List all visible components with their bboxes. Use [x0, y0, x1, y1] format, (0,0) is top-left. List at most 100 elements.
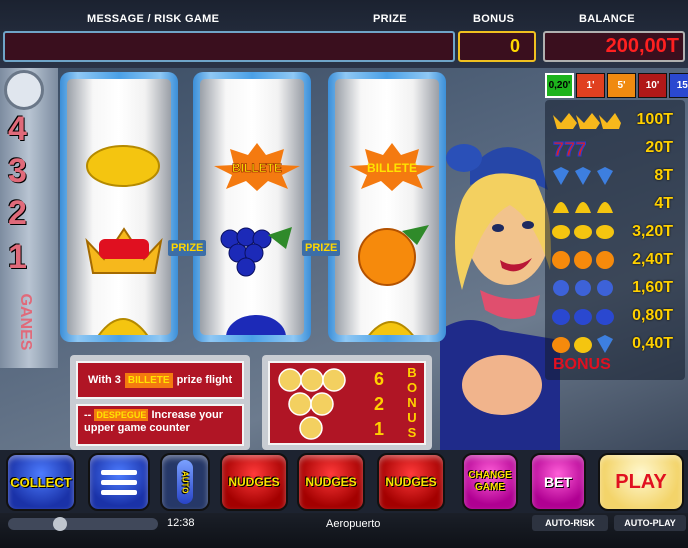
bonus-count: 2	[374, 394, 385, 414]
prize-tag-left: PRIZE	[168, 240, 207, 256]
bonus-count: 1	[374, 419, 385, 439]
nudges-button-2[interactable]: NUDGES	[297, 453, 365, 511]
pay-value: 4T	[654, 195, 673, 212]
billete-icon: BILLETE	[349, 143, 435, 191]
nudges-button-1[interactable]: NUDGES	[220, 453, 288, 511]
paytable-row: 1,60T	[545, 276, 685, 300]
balance-field: 200,00T	[543, 31, 685, 62]
pay-value: 1,60T	[632, 279, 673, 296]
lemon-icon	[86, 145, 160, 187]
billete-info: With 3 BILLETE prize flight	[76, 361, 244, 399]
reel-3: BILLETE	[328, 72, 446, 342]
paytable-row: 777 20T	[545, 136, 685, 160]
stewardess-illustration	[440, 130, 560, 455]
collect-button[interactable]: COLLECT	[6, 453, 76, 511]
orange-icon	[358, 225, 429, 286]
denom-15[interactable]: 15'	[669, 73, 688, 98]
nudges-button-3[interactable]: NUDGES	[377, 453, 445, 511]
hamburger-icon	[101, 470, 137, 495]
mixed-fruit-icon	[552, 335, 613, 353]
auto-risk-button[interactable]: AUTO-RISK	[532, 515, 608, 531]
bell-icon	[97, 318, 149, 335]
change-game-button[interactable]: CHANGE GAME	[462, 453, 518, 511]
paytable-row: 0,40T	[545, 332, 685, 356]
reel-1	[60, 72, 178, 342]
counter-digit: 2	[8, 194, 27, 232]
despegue-info: -- DESPEGUE Increase your upper game cou…	[76, 404, 244, 446]
paytable-row: 0,80T	[545, 304, 685, 328]
billete-text: BILLETE	[367, 161, 417, 175]
paytable-row: 2,40T	[545, 248, 685, 272]
pay-value: 2,40T	[632, 251, 673, 268]
grapes-icon	[553, 280, 613, 296]
pay-value: 100T	[636, 111, 673, 128]
denomination-selector: 0,20' 1' 5' 10' 15'	[545, 73, 688, 98]
menu-button[interactable]	[88, 453, 150, 511]
volume-handle[interactable]	[53, 517, 67, 531]
balance-value: 200,00T	[605, 35, 679, 57]
message-label: MESSAGE / RISK GAME	[87, 13, 220, 25]
billete-info-suffix: prize flight	[176, 374, 233, 386]
play-label: PLAY	[615, 470, 667, 493]
lemon-icon	[552, 225, 614, 239]
reel-2: BILLETE	[193, 72, 311, 342]
diamond-icon	[553, 167, 613, 185]
svg-text:777: 777	[553, 139, 586, 159]
stewardess-badges	[278, 368, 346, 440]
bonus-vertical-word: BONUS	[406, 365, 418, 440]
auto-toggle: AUTO	[177, 460, 193, 504]
paytable-row: 4T	[545, 192, 685, 216]
grapes-icon	[220, 227, 292, 277]
play-button[interactable]: PLAY	[598, 453, 684, 511]
pay-value: 0,40T	[632, 335, 673, 352]
paytable: 100T 777 20T 8T 4T 3,20T 2,40T 1,60T 0,80…	[545, 100, 685, 380]
auto-button[interactable]: AUTO	[160, 453, 210, 511]
seven-icon: 777	[553, 139, 587, 160]
billete-icon: BILLETE	[214, 143, 300, 191]
denom-1[interactable]: 1'	[576, 73, 605, 98]
bonus-label: BONUS	[473, 13, 515, 25]
pay-value: 20T	[645, 139, 673, 156]
bet-button[interactable]: BET	[530, 453, 586, 511]
balance-label: BALANCE	[579, 13, 635, 25]
nudges-label: NUDGES	[228, 475, 280, 489]
billete-text: BILLETE	[232, 161, 282, 175]
plum-icon	[552, 309, 614, 325]
billete-info-prefix: With 3	[88, 374, 121, 386]
counter-digit: 4	[8, 110, 27, 148]
counter-digit: 1	[8, 238, 27, 276]
pay-value: 0,80T	[632, 307, 673, 324]
pay-value: 8T	[654, 167, 673, 184]
denom-020[interactable]: 0,20'	[545, 73, 574, 98]
billete-badge: BILLETE	[124, 372, 173, 388]
altimeter-gauge	[4, 70, 44, 110]
prize-label: PRIZE	[373, 13, 407, 25]
despegue-badge: DESPEGUE	[94, 409, 149, 421]
denom-5[interactable]: 5'	[607, 73, 636, 98]
despegue-prefix: --	[84, 409, 92, 421]
counter-word: GANES	[17, 293, 34, 351]
nudges-label: NUDGES	[305, 475, 357, 489]
pay-value: 3,20T	[632, 223, 673, 240]
bonus-count: 6	[374, 369, 385, 389]
bet-label: BET	[544, 474, 572, 490]
game-counter: 4 3 2 1 GANES	[0, 68, 58, 368]
collect-label: COLLECT	[10, 474, 72, 490]
paytable-row: 3,20T	[545, 220, 685, 244]
auto-label: AUTO	[180, 470, 190, 494]
bonus-field: 0	[458, 31, 536, 62]
orange-icon	[552, 251, 614, 269]
paytable-bonus-label: BONUS	[553, 356, 611, 373]
paytable-row: 8T	[545, 164, 685, 188]
paytable-row: 100T	[545, 108, 685, 132]
plum-icon	[226, 315, 286, 335]
prize-tag-right: PRIZE	[302, 240, 341, 256]
denom-10[interactable]: 10'	[638, 73, 667, 98]
volume-slider[interactable]	[8, 517, 158, 531]
bonus-panel-inner: 6 2 1 BONUS	[268, 361, 426, 445]
clock: 12:38	[167, 517, 195, 529]
bonus-value: 0	[509, 36, 520, 56]
crown-icon	[553, 113, 621, 129]
change-game-label: CHANGE GAME	[468, 470, 512, 493]
auto-play-button[interactable]: AUTO-PLAY	[614, 515, 686, 531]
